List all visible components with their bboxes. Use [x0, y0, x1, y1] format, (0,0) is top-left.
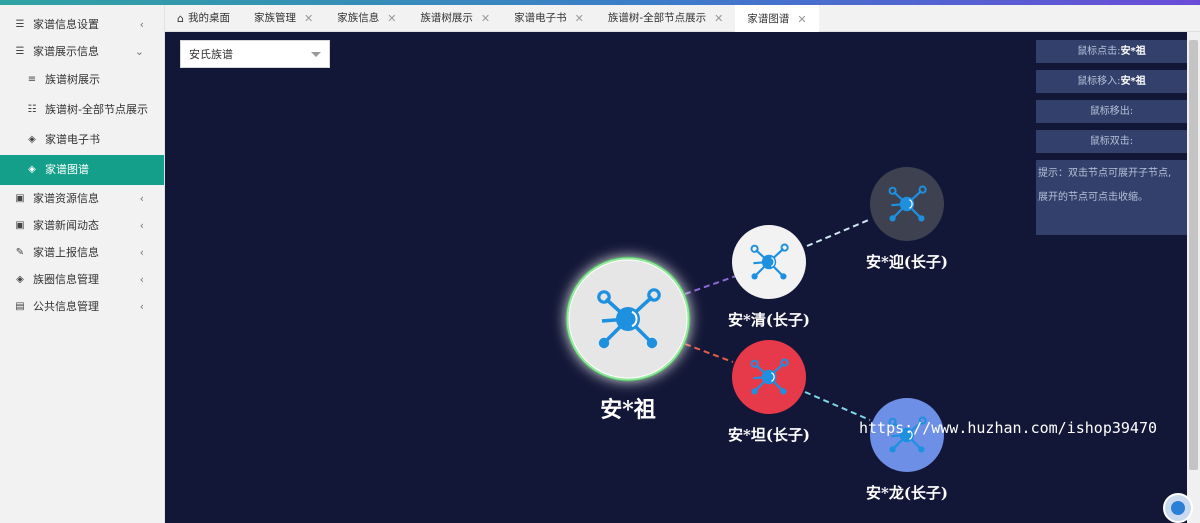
- chevron-left-icon: ‹: [139, 192, 144, 205]
- event-info-panel: 鼠标点击:安*祖 鼠标移入:安*祖 鼠标移出: 鼠标双击: 提示：双击节点可展开…: [1036, 40, 1187, 235]
- node-long[interactable]: 安*龙(长子): [866, 398, 948, 502]
- tab-family-graph[interactable]: 家谱图谱 ✕: [735, 5, 819, 33]
- edge-root-qing: [684, 275, 737, 295]
- node-tan-label: 安*坦(长子): [728, 426, 810, 444]
- node-tan[interactable]: 安*坦(长子): [728, 340, 810, 444]
- family-graph: 安*祖 安*清(长子) 安*坦(长子) 安*迎(长子) 安*龙(长子): [565, 167, 948, 502]
- graph-canvas[interactable]: 安氏族谱 安*祖 安*清(长子) 安*坦(长子) 安*迎(长子) 安*龙(长子)…: [165, 32, 1187, 523]
- sidebar-item-label: 家谱信息设置: [33, 18, 99, 31]
- grid-icon: ▣: [15, 219, 25, 231]
- edge-tan-long: [804, 391, 871, 421]
- info-dblclick-label: 鼠标双击:: [1089, 136, 1134, 147]
- close-icon[interactable]: ✕: [481, 5, 490, 32]
- tip-line-2: 展开的节点可点击收缩。: [1038, 192, 1148, 203]
- tab-label: 族谱树-全部节点展示: [607, 12, 707, 24]
- sidebar-item-label: 家谱新闻动态: [33, 219, 99, 232]
- tab-my-desktop[interactable]: ⌂ 我的桌面: [165, 5, 242, 32]
- edge-qing-ying: [806, 218, 872, 247]
- sidebar-item-label: 家谱电子书: [45, 133, 100, 146]
- chevron-down-icon: ⌄: [134, 45, 144, 58]
- chevron-left-icon: ‹: [139, 273, 144, 286]
- home-icon: ⌂: [177, 12, 184, 25]
- tab-tree-all-nodes[interactable]: 族谱树-全部节点展示 ✕: [596, 5, 736, 32]
- sidebar-item-ebook[interactable]: ◈ 家谱电子书: [0, 125, 164, 155]
- sidebar-item-circle-mgmt[interactable]: ◈ 族圈信息管理 ‹: [0, 266, 164, 293]
- list-icon: ☰: [15, 45, 25, 57]
- node-long-label: 安*龙(长子): [866, 484, 948, 502]
- sidebar-item-label: 公共信息管理: [33, 300, 99, 313]
- sidebar-item-label: 家谱展示信息: [33, 45, 99, 58]
- sidebar: ☰ 家谱信息设置 ‹ ☰ 家谱展示信息 ⌄ ≡ 族谱树展示 ☷ 族谱树-全部节点…: [0, 5, 165, 523]
- tab-label: 家谱图谱: [747, 12, 790, 25]
- tab-tree-display[interactable]: 族谱树展示 ✕: [408, 5, 502, 32]
- info-click-value: 安*祖: [1120, 46, 1146, 57]
- info-hover-row: 鼠标移入:安*祖: [1036, 70, 1187, 93]
- chevron-left-icon: ‹: [139, 18, 144, 31]
- tab-label: 家族管理: [253, 12, 296, 24]
- sidebar-item-tree-display[interactable]: ≡ 族谱树展示: [0, 65, 164, 95]
- sidebar-item-label: 家谱上报信息: [33, 246, 99, 259]
- sidebar-item-resources[interactable]: ▣ 家谱资源信息 ‹: [0, 185, 164, 212]
- node-ying[interactable]: 安*迎(长子): [866, 167, 948, 271]
- node-qing-label: 安*清(长子): [728, 311, 810, 329]
- watermark-text: https://www.huzhan.com/ishop39470: [859, 419, 1158, 437]
- sidebar-item-family-display[interactable]: ☰ 家谱展示信息 ⌄: [0, 38, 164, 65]
- sidebar-item-news[interactable]: ▣ 家谱新闻动态 ‹: [0, 212, 164, 239]
- close-icon[interactable]: ✕: [714, 5, 723, 32]
- lines-icon: ≡: [27, 74, 37, 85]
- chevron-left-icon: ‹: [139, 246, 144, 259]
- node-root[interactable]: 安*祖: [565, 256, 691, 423]
- info-click-row: 鼠标点击:安*祖: [1036, 40, 1187, 63]
- tab-label: 家族信息: [337, 12, 380, 24]
- info-hover-prefix: 鼠标移入:: [1077, 76, 1121, 87]
- close-icon[interactable]: ✕: [797, 6, 806, 33]
- chevron-left-icon: ‹: [139, 219, 144, 232]
- chat-button[interactable]: [1163, 493, 1193, 523]
- sidebar-item-family-settings[interactable]: ☰ 家谱信息设置 ‹: [0, 11, 164, 38]
- tab-bar: ⌂ 我的桌面 家族管理 ✕ 家族信息 ✕ 族谱树展示 ✕ 家谱电子书 ✕ 族谱树…: [165, 5, 1200, 33]
- info-dblclick-row: 鼠标双击:: [1036, 130, 1187, 153]
- chat-icon: [1171, 501, 1185, 515]
- tip-line-1: 提示：双击节点可展开子节点,: [1038, 168, 1172, 179]
- sidebar-item-label: 族谱树展示: [45, 73, 100, 86]
- info-mouseout-row: 鼠标移出:: [1036, 100, 1187, 123]
- cube-icon: ◈: [16, 273, 24, 285]
- sidebar-item-tree-all-nodes[interactable]: ☷ 族谱树-全部节点展示: [0, 95, 164, 125]
- chevron-left-icon: ‹: [139, 300, 144, 313]
- node-root-label: 安*祖: [600, 397, 656, 423]
- close-icon[interactable]: ✕: [387, 5, 396, 32]
- tab-label: 我的桌面: [187, 12, 230, 24]
- cube-icon: ◈: [28, 134, 36, 145]
- cube-icon: ◈: [28, 164, 36, 175]
- sidebar-item-reports[interactable]: ✎ 家谱上报信息 ‹: [0, 239, 164, 266]
- tab-ebook[interactable]: 家谱电子书 ✕: [502, 5, 596, 32]
- close-icon[interactable]: ✕: [575, 5, 584, 32]
- pencil-icon: ✎: [15, 246, 25, 258]
- tab-family-mgmt[interactable]: 家族管理 ✕: [242, 5, 325, 32]
- grid-icon: ▣: [15, 192, 25, 204]
- list-icon: ☰: [15, 18, 25, 30]
- info-hover-value: 安*祖: [1120, 76, 1146, 87]
- tab-label: 族谱树展示: [420, 12, 473, 24]
- tab-family-info[interactable]: 家族信息 ✕: [325, 5, 408, 32]
- info-click-prefix: 鼠标点击:: [1077, 46, 1121, 57]
- doc-icon: ▤: [15, 300, 25, 312]
- node-ying-label: 安*迎(长子): [866, 253, 948, 271]
- sidebar-item-family-graph[interactable]: ◈ 家谱图谱: [0, 155, 164, 185]
- sidebar-item-label: 族谱树-全部节点展示: [45, 103, 148, 116]
- sidebar-item-label: 家谱图谱: [45, 163, 89, 176]
- sidebar-item-label: 家谱资源信息: [33, 192, 99, 205]
- sidebar-item-public-mgmt[interactable]: ▤ 公共信息管理 ‹: [0, 293, 164, 320]
- info-mouseout-label: 鼠标移出:: [1089, 106, 1134, 117]
- close-icon[interactable]: ✕: [304, 5, 313, 32]
- tab-label: 家谱电子书: [514, 12, 567, 24]
- tree-icon: ☷: [27, 104, 37, 115]
- tip-box: 提示：双击节点可展开子节点, 展开的节点可点击收缩。: [1036, 160, 1187, 235]
- edge-root-tan: [684, 343, 734, 363]
- scrollbar-thumb[interactable]: [1189, 40, 1198, 470]
- sidebar-item-label: 族圈信息管理: [33, 273, 99, 286]
- node-qing[interactable]: 安*清(长子): [728, 225, 810, 329]
